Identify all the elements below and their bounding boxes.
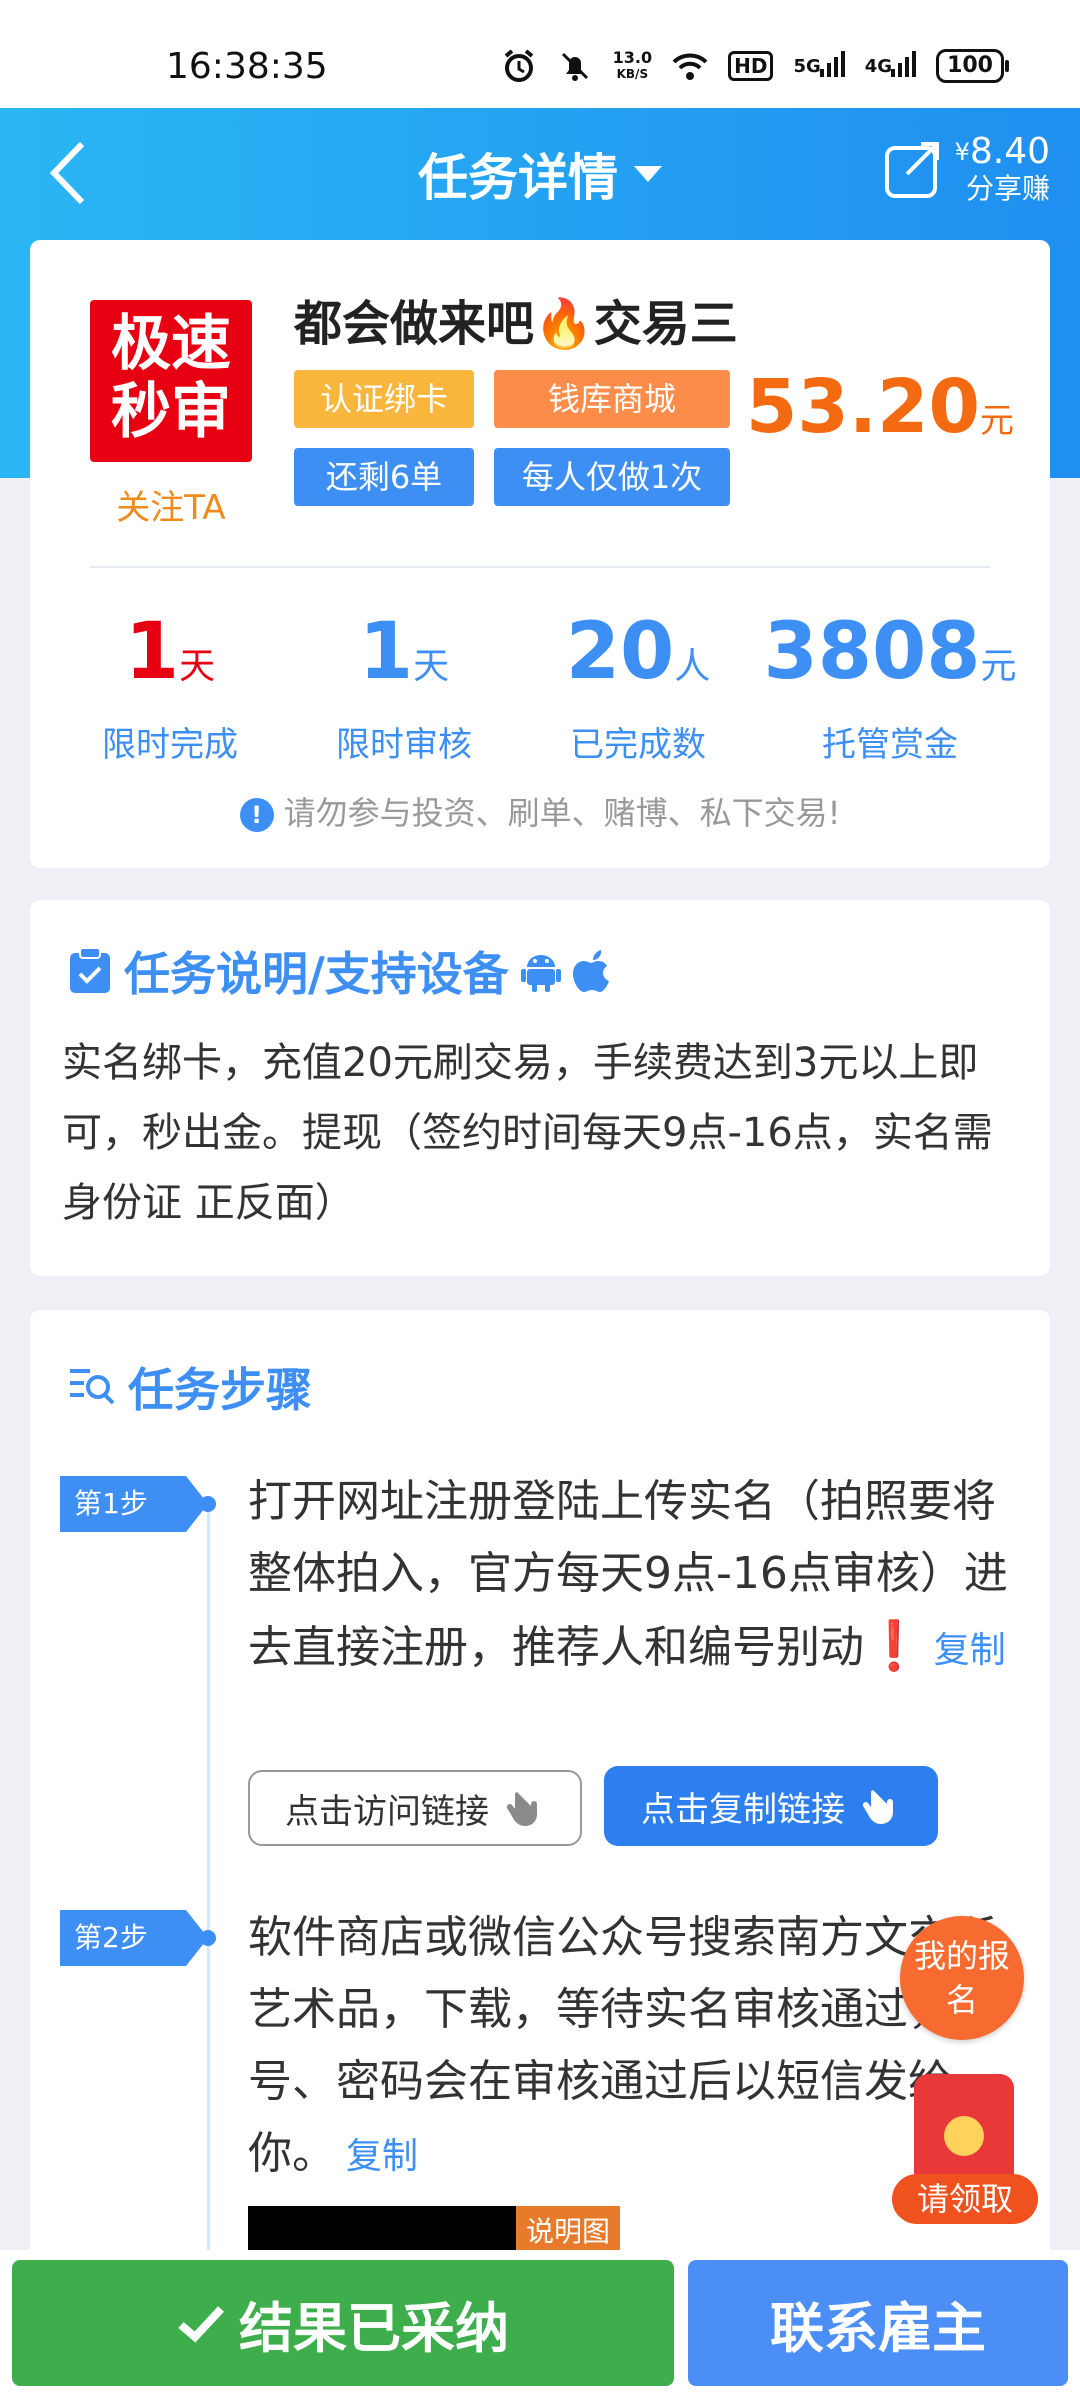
- step-1-badge: 第1步: [60, 1476, 208, 1532]
- stat-escrow-bounty: 3808元 托管赏金: [760, 610, 1020, 766]
- my-signup-button[interactable]: 我的报名: [900, 1916, 1024, 2040]
- hd-icon: HD: [728, 51, 774, 81]
- price-value: 53.20: [745, 364, 980, 450]
- task-steps-card: 任务步骤 第1步 打开网址注册登陆上传实名（拍照要将整体拍入，官方每天9点-16…: [30, 1310, 1050, 2400]
- stat-unit: 人: [674, 646, 711, 687]
- share-currency: ¥: [954, 138, 970, 166]
- tag-once-per-person: 每人仅做1次: [494, 448, 730, 506]
- page-title-text: 任务详情: [418, 149, 618, 207]
- share-amount: 8.40: [969, 131, 1050, 172]
- section-title-steps: 任务步骤: [68, 1354, 312, 1420]
- signal-4g-icon: 4G: [864, 50, 917, 77]
- visit-link-button[interactable]: 点击访问链接: [248, 1770, 582, 1846]
- mute-bell-icon: [561, 52, 588, 81]
- task-title: 都会做来吧🔥交易三: [294, 296, 738, 352]
- signal-5g-icon: 5G: [793, 50, 845, 77]
- copy-link-label: 点击复制链接: [641, 1789, 845, 1830]
- battery-icon: 100: [936, 49, 1009, 83]
- task-description-card: 任务说明/支持设备 实名绑卡，充值20元刷交易，手续费达到3元以上即可，秒出金。…: [30, 900, 1050, 1276]
- logo-line1: 极速: [111, 309, 231, 379]
- result-accepted-label: 结果已采纳: [239, 2296, 509, 2360]
- stat-value: 1: [358, 607, 414, 697]
- bottom-action-bar: 结果已采纳 联系雇主: [0, 2250, 1080, 2400]
- stat-review-limit: 1天 限时审核: [304, 610, 504, 766]
- red-packet-button[interactable]: 请领取: [892, 2074, 1038, 2226]
- stat-value: 1: [124, 607, 180, 697]
- share-earn-button[interactable]: ¥8.40 分享赚: [883, 132, 1050, 206]
- share-icon: [884, 142, 939, 198]
- warning-text: 请勿参与投资、刷单、赌博、私下交易!: [283, 794, 841, 832]
- stat-value: 20: [565, 607, 675, 697]
- signal-4g-label: 4G: [864, 55, 893, 77]
- copy-link-button[interactable]: 点击复制链接: [604, 1766, 938, 1846]
- net-speed-value: 13.0: [612, 48, 653, 67]
- status-icons: 13.0 KB/S HD 5G 4G 100: [501, 48, 1009, 84]
- section-title-description: 任务说明/支持设备: [68, 938, 611, 1004]
- status-bar: 16:38:35 13.0 KB/S HD 5G 4G 100: [0, 0, 1080, 108]
- stat-unit: 天: [413, 646, 450, 687]
- signal-5g-label: 5G: [793, 55, 821, 77]
- divider: [90, 566, 990, 568]
- caret-down-icon: [634, 166, 662, 182]
- stat-time-limit: 1天 限时完成: [70, 610, 270, 766]
- wifi-icon: [672, 53, 708, 80]
- net-speed-unit: KB/S: [616, 67, 649, 81]
- description-text: 实名绑卡，充值20元刷交易，手续费达到3元以上即可，秒出金。提现（签约时间每天9…: [62, 1040, 993, 1226]
- visit-link-label: 点击访问链接: [285, 1791, 489, 1832]
- list-search-icon: [70, 1369, 115, 1405]
- contact-employer-button[interactable]: 联系雇主: [688, 2260, 1068, 2386]
- merchant-logo[interactable]: 极速 秒审: [90, 300, 252, 462]
- section-title-text: 任务说明/支持设备: [124, 947, 509, 1001]
- stat-value: 3808: [763, 607, 981, 697]
- alarm-icon: [504, 49, 533, 82]
- exclamation-mark-icon: ❗: [864, 1618, 924, 1674]
- apple-icon: [572, 950, 609, 992]
- step-dot: [200, 1496, 216, 1512]
- clipboard-icon: [70, 947, 110, 993]
- stat-label: 托管赏金: [822, 725, 958, 765]
- copy-step-2-link[interactable]: 复制: [346, 2136, 418, 2177]
- price-unit: 元: [980, 401, 1014, 441]
- checkmark-icon: [178, 2306, 224, 2343]
- result-accepted-button[interactable]: 结果已采纳: [12, 2260, 674, 2386]
- warning-notice: ! 请勿参与投资、刷单、赌博、私下交易!: [30, 788, 1050, 834]
- stat-label: 已完成数: [570, 725, 706, 765]
- exclamation-icon: !: [239, 798, 274, 832]
- stat-completed-count: 20人 已完成数: [538, 610, 738, 766]
- net-speed: 13.0 KB/S: [613, 50, 652, 82]
- instruction-image-label: 说明图: [515, 2206, 620, 2254]
- tap-hand-icon: [506, 1792, 537, 1826]
- step-2-badge: 第2步: [60, 1910, 208, 1966]
- step-dot: [200, 1930, 216, 1946]
- stat-unit: 元: [980, 646, 1017, 687]
- reward-price: 53.20元: [746, 364, 1014, 450]
- section-title-text: 任务步骤: [128, 1363, 312, 1417]
- task-summary-card: 极速 秒审 关注TA 都会做来吧🔥交易三 认证绑卡 钱库商城 还剩6单 每人仅做…: [30, 240, 1050, 868]
- android-icon: [520, 955, 561, 992]
- coin-icon: [944, 2116, 984, 2156]
- copy-step-1-link[interactable]: 复制: [934, 1630, 1006, 1671]
- stat-label: 限时完成: [102, 725, 238, 765]
- tag-verify-bind-card: 认证绑卡: [294, 370, 474, 428]
- logo-line2: 秒审: [111, 377, 231, 447]
- tap-hand-icon: [862, 1790, 893, 1824]
- stat-label: 限时审核: [336, 725, 472, 765]
- red-packet-label: 请领取: [892, 2174, 1038, 2224]
- follow-button[interactable]: 关注TA: [90, 480, 252, 529]
- stat-unit: 天: [179, 646, 216, 687]
- step-1-text: 打开网址注册登陆上传实名（拍照要将整体拍入，官方每天9点-16点审核）进去直接注…: [248, 1466, 1020, 1687]
- tag-category: 钱库商城: [494, 370, 730, 428]
- share-label: 分享赚: [965, 172, 1050, 205]
- status-time: 16:38:35: [166, 46, 328, 87]
- tag-remaining: 还剩6单: [294, 448, 474, 506]
